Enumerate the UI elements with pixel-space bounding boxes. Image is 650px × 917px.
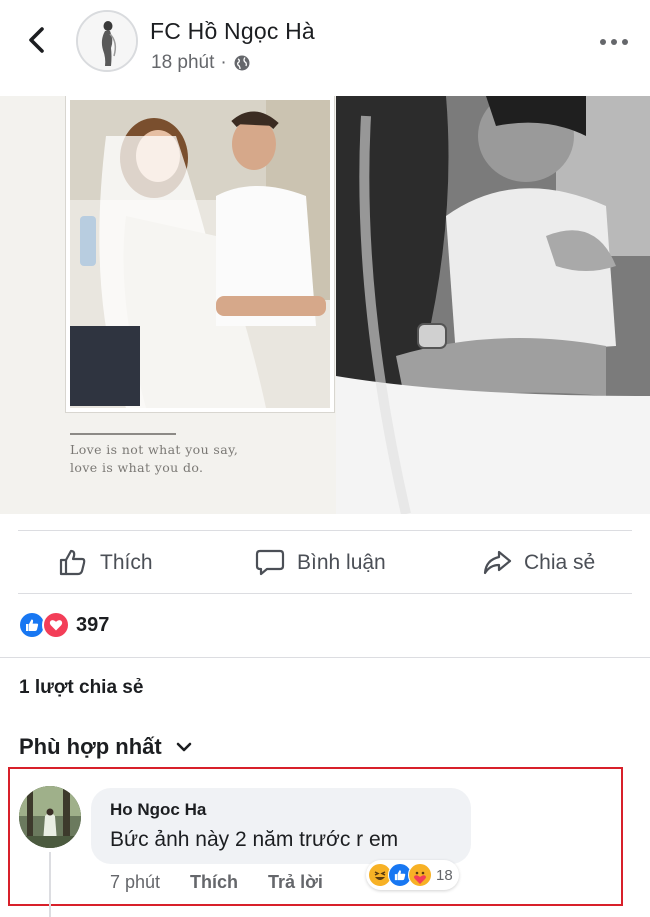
quote-line-2: love is what you do. bbox=[70, 460, 204, 475]
divider-top bbox=[18, 530, 632, 531]
kiss-photo bbox=[336, 96, 650, 514]
like-label: Thích bbox=[100, 550, 153, 574]
care-icon bbox=[408, 863, 432, 887]
chevron-left-icon bbox=[29, 27, 44, 53]
like-button[interactable]: Thích bbox=[58, 532, 153, 592]
post-header: FC Hồ Ngọc Hà 18 phút · bbox=[0, 0, 650, 92]
commenter-avatar[interactable] bbox=[19, 786, 81, 848]
photo-left-panel: Love is not what you say, love is what y… bbox=[0, 96, 336, 514]
comment-bubble-icon bbox=[255, 549, 285, 576]
quote-line-1: Love is not what you say, bbox=[70, 442, 239, 457]
photo-right-panel bbox=[336, 96, 650, 514]
comment-button[interactable]: Bình luận bbox=[255, 532, 386, 592]
thumbs-up-icon bbox=[59, 549, 86, 576]
quote-rule bbox=[70, 433, 176, 435]
page-name[interactable]: FC Hồ Ngọc Hà bbox=[150, 18, 315, 45]
comment-reaction-count: 18 bbox=[436, 866, 453, 884]
comment-meta: 7 phút Thích Trả lời bbox=[110, 872, 323, 893]
post-photo[interactable]: Love is not what you say, love is what y… bbox=[0, 96, 650, 514]
divider-reactions bbox=[0, 657, 650, 658]
page-avatar-image bbox=[78, 12, 136, 70]
back-button[interactable] bbox=[18, 22, 54, 58]
post-actions: Thích Bình luận Chia sẻ bbox=[0, 532, 650, 592]
chevron-down-icon bbox=[176, 742, 192, 752]
post-time[interactable]: 18 phút bbox=[151, 52, 214, 74]
comment-text: Bức ảnh này 2 năm trước r em bbox=[110, 828, 399, 851]
reaction-icons bbox=[18, 611, 74, 639]
more-options-button[interactable] bbox=[596, 28, 632, 56]
comment-like-button[interactable]: Thích bbox=[190, 872, 238, 893]
comment-time[interactable]: 7 phút bbox=[110, 872, 160, 893]
comment-author[interactable]: Ho Ngoc Ha bbox=[110, 800, 206, 820]
photo-quote: Love is not what you say, love is what y… bbox=[70, 441, 238, 477]
page-avatar[interactable] bbox=[76, 10, 138, 72]
divider-actions bbox=[18, 593, 632, 594]
couple-photo-frame bbox=[66, 96, 334, 412]
reaction-count: 397 bbox=[76, 613, 110, 636]
comment-reply-button[interactable]: Trả lời bbox=[268, 872, 323, 893]
commenter-avatar-image bbox=[19, 786, 81, 848]
share-button[interactable]: Chia sẻ bbox=[482, 532, 595, 592]
filter-label: Phù hợp nhất bbox=[19, 734, 162, 759]
comment-reactions[interactable]: 18 bbox=[366, 860, 459, 890]
post-meta: 18 phút · bbox=[151, 52, 251, 74]
globe-icon bbox=[234, 55, 250, 71]
comment-label: Bình luận bbox=[297, 550, 386, 574]
share-count[interactable]: 1 lượt chia sẻ bbox=[19, 677, 143, 699]
reactions-summary[interactable]: 397 bbox=[18, 610, 109, 640]
couple-photo bbox=[70, 100, 330, 408]
share-arrow-icon bbox=[483, 550, 512, 575]
comment-filter-dropdown[interactable]: Phù hợp nhất bbox=[19, 734, 192, 760]
thread-line bbox=[49, 852, 51, 917]
love-icon bbox=[42, 611, 70, 639]
more-dots-icon bbox=[600, 39, 628, 45]
share-label: Chia sẻ bbox=[524, 550, 596, 574]
meta-separator: · bbox=[220, 52, 227, 73]
